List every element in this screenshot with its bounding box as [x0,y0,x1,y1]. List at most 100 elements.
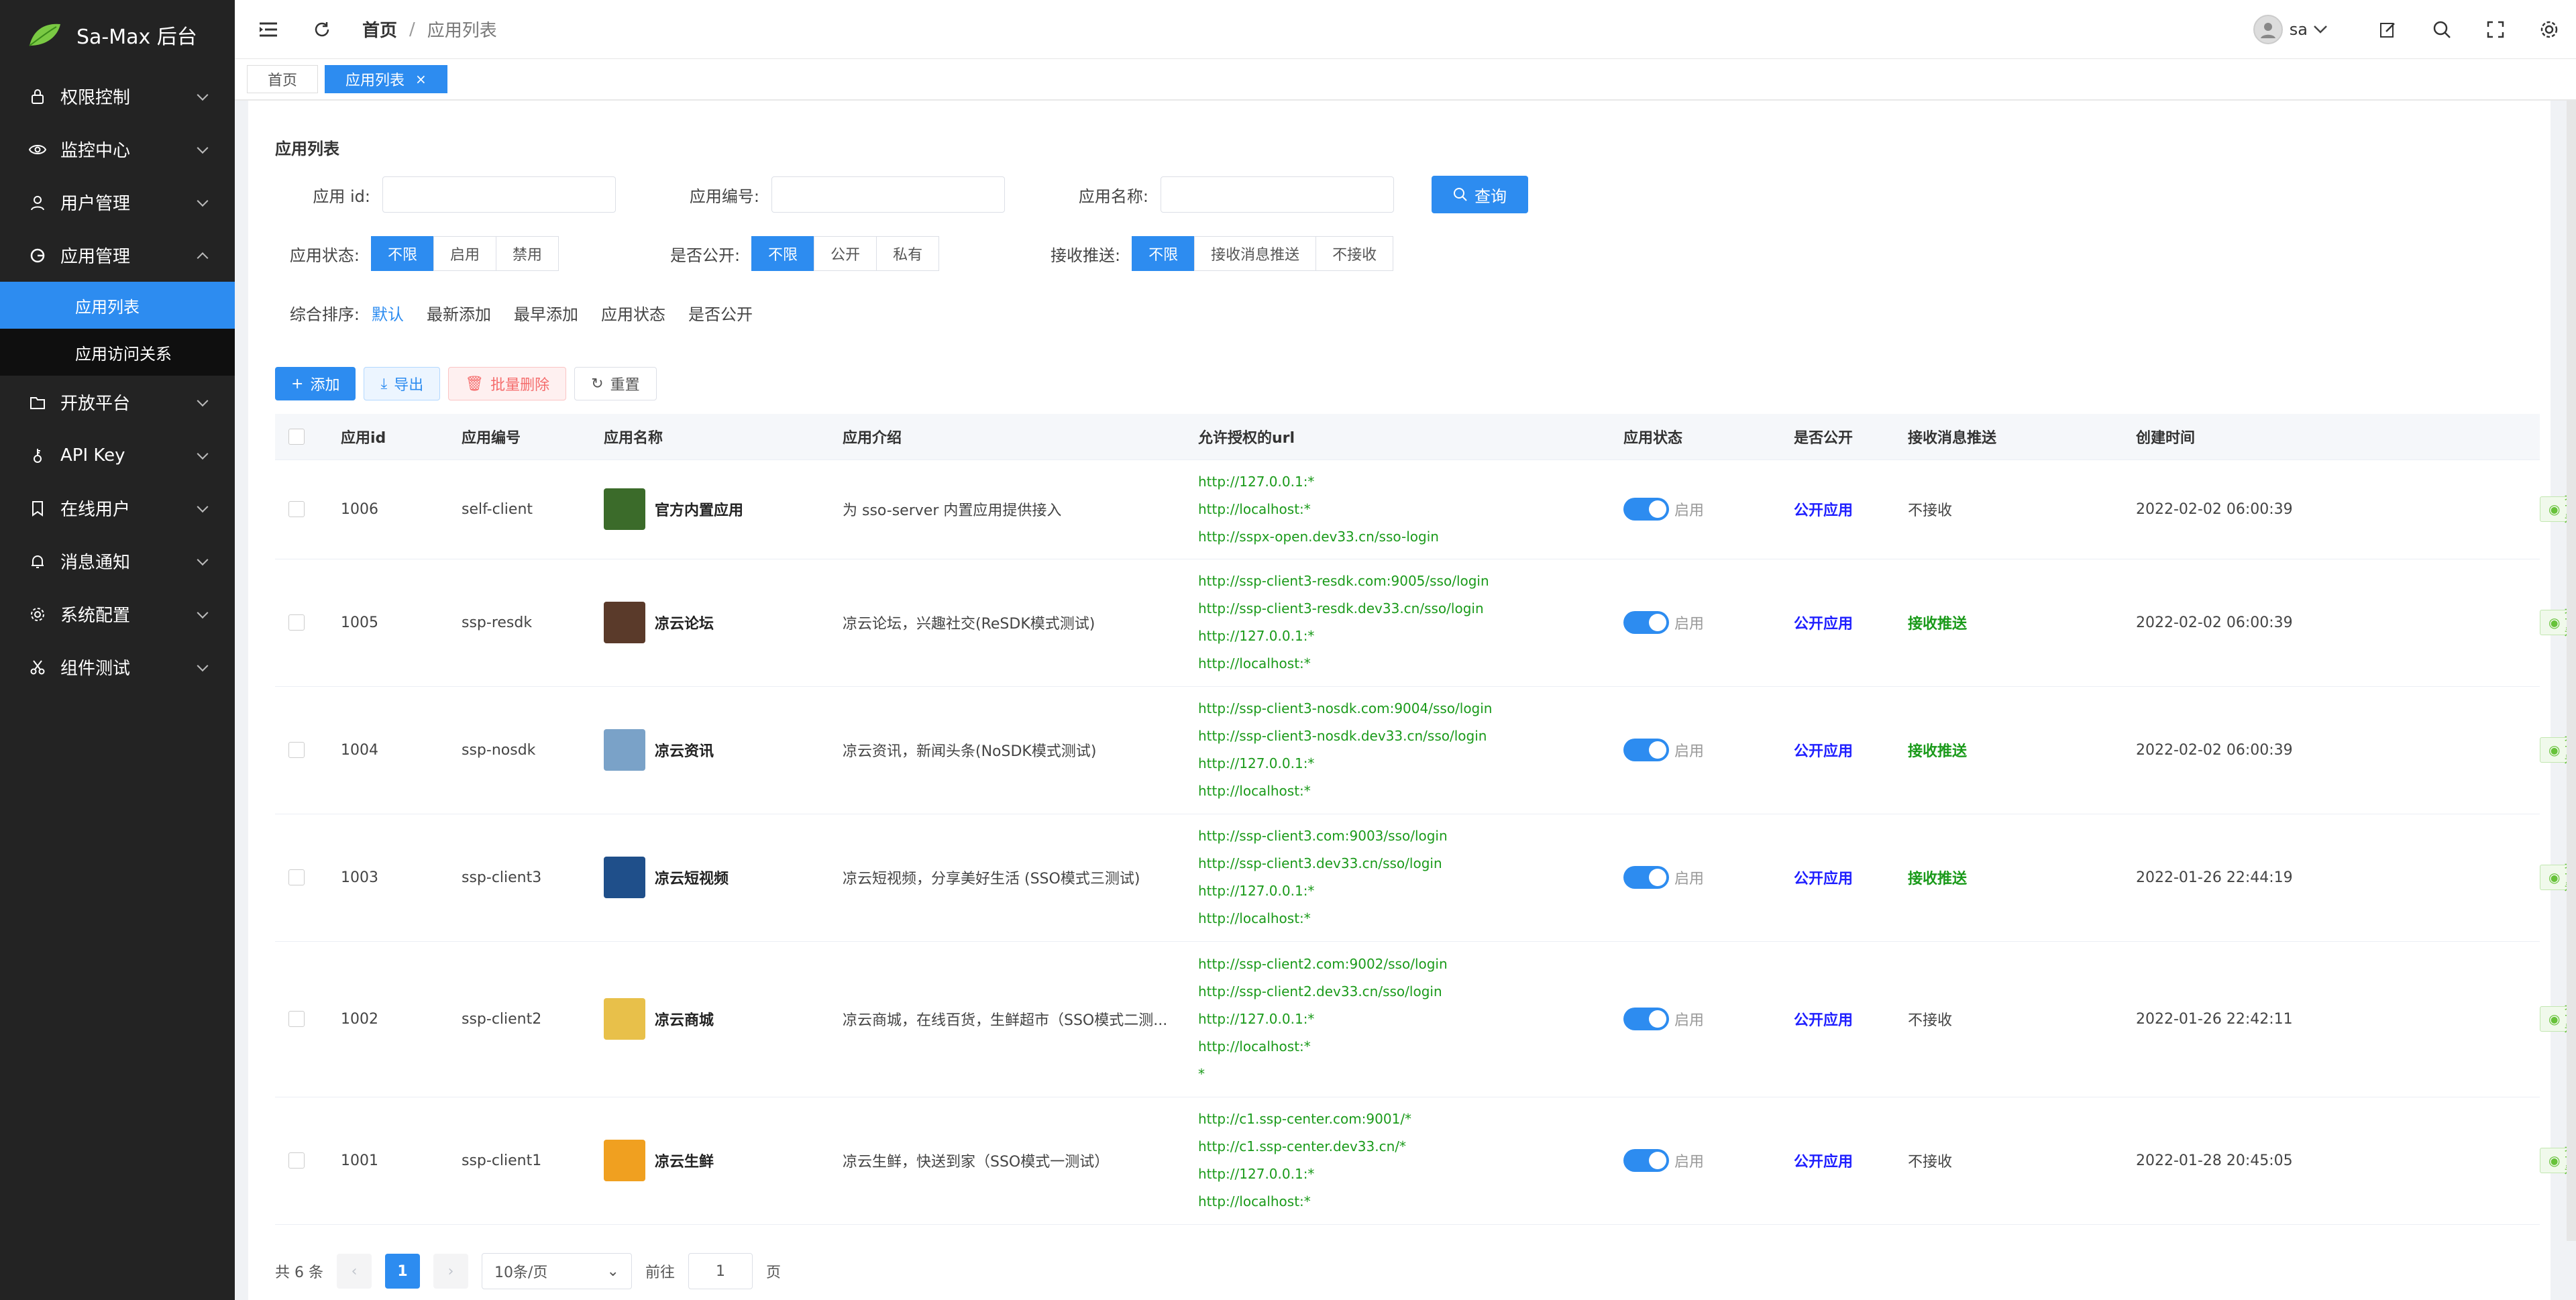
batch-delete-button[interactable]: 🗑 批量删除 [448,367,567,400]
status-option[interactable]: 启用 [433,236,497,271]
push-status: 接收推送 [1908,871,1968,887]
username[interactable]: sa [2290,20,2308,39]
column-header: 应用状态 [1623,414,1794,460]
app-name-cell: 凉云生鲜 [604,1097,843,1225]
column-header: 应用名称 [604,414,843,460]
table-body: 1006 self-client 官方内置应用 为 sso-server 内置应用提供… [275,459,2576,1225]
breadcrumb-separator: / [409,19,415,40]
page-number[interactable]: 1 [384,1254,420,1289]
add-button[interactable]: + 添加 [275,367,356,400]
sort-option[interactable]: 是否公开 [688,301,753,325]
public-cell: 公开应用 [1794,459,1908,559]
gear-icon[interactable] [2522,0,2576,59]
reset-button[interactable]: ↻ 重置 [574,367,657,400]
app-status-cell: 启用 [1623,559,1794,687]
sort-label: 综合排序: [289,305,360,324]
app-name-input[interactable] [1161,176,1394,213]
tab-label: 首页 [268,72,298,89]
status-toggle[interactable] [1623,1149,1669,1172]
sidebar-item[interactable]: 组件测试 [0,641,235,694]
row-checkbox[interactable] [288,614,305,631]
app-id-input[interactable] [382,176,616,213]
next-page-button[interactable]: › [433,1254,468,1289]
app-code-input[interactable] [771,176,1005,213]
push-cell: 接收推送 [1908,559,2136,687]
created-time-cell: 2022-02-02 06:00:39 [2136,559,2540,687]
sidebar-item[interactable]: 消息通知 [0,535,235,588]
app-code-cell: ssp-resdk [462,559,604,687]
sidebar-item[interactable]: API Key [0,429,235,482]
row-checkbox[interactable] [288,1011,305,1027]
breadcrumb-home[interactable]: 首页 [362,17,397,42]
eye-icon: ◉ [2548,742,2561,758]
sidebar-subitem[interactable]: 应用列表 [0,282,235,329]
public-segment: 不限 公开 私有 [751,236,940,271]
goto-page-input[interactable]: 1 [688,1253,753,1289]
sidebar-item[interactable]: 开放平台 [0,376,235,429]
column-header: 创建时间 [2136,414,2540,460]
status-toggle[interactable] [1623,611,1669,634]
allowed-url: http://127.0.0.1:* [1198,755,1315,771]
sidebar-item-label: 组件测试 [60,659,131,679]
sidebar-item[interactable]: 监控中心 [0,123,235,176]
allowed-urls-cell: http://ssp-client3-nosdk.com:9004/sso/lo… [1198,686,1623,814]
app-name-cell: 凉云论坛 [604,559,843,687]
search-icon[interactable] [2415,0,2469,59]
chevron-down-icon [197,89,209,101]
public-option[interactable]: 私有 [876,236,940,271]
row-checkbox[interactable] [288,742,305,758]
app-icon [28,246,47,265]
row-checkbox[interactable] [288,1152,305,1169]
row-checkbox[interactable] [288,501,305,517]
public-label: 是否公开: [669,246,741,265]
status-label: 启用 [1674,616,1705,633]
avatar[interactable] [2253,15,2283,44]
download-icon: ⤓ [380,375,388,392]
menu-toggle-icon[interactable] [255,16,282,43]
fullscreen-icon[interactable] [2469,0,2522,59]
close-icon[interactable]: × [415,71,427,87]
tab-home[interactable]: 首页 [247,65,319,93]
select-all-cell [275,414,341,460]
sidebar-item[interactable]: 在线用户 [0,482,235,535]
sort-option[interactable]: 最新添加 [427,301,491,325]
app-status-cell: 启用 [1623,459,1794,559]
push-option[interactable]: 不限 [1132,236,1195,271]
select-all-checkbox[interactable] [288,428,305,445]
status-toggle[interactable] [1623,1008,1669,1030]
row-checkbox[interactable] [288,869,305,885]
public-status: 公开应用 [1794,871,1854,887]
public-option[interactable]: 不限 [751,236,815,271]
refresh-icon[interactable] [309,16,335,43]
public-option[interactable]: 公开 [814,236,877,271]
allowed-url: http://localhost:* [1198,910,1311,926]
scrollbar[interactable] [2567,101,2576,1241]
edit-icon[interactable] [2361,0,2415,59]
page-size-select[interactable]: 10条/页 ⌄ [481,1253,632,1289]
push-option[interactable]: 不接收 [1316,236,1394,271]
query-button[interactable]: 查询 [1432,176,1528,213]
sidebar-item[interactable]: 系统配置 [0,588,235,641]
prev-page-button[interactable]: ‹ [336,1254,372,1289]
sidebar-item[interactable]: 应用管理 [0,229,235,282]
allowed-url: http://localhost:* [1198,655,1311,671]
allowed-url: http://c1.ssp-center.dev33.cn/* [1198,1138,1407,1154]
sidebar-subitem[interactable]: 应用访问关系 [0,329,235,376]
sidebar-item[interactable]: 权限控制 [0,70,235,123]
chevron-down-icon[interactable] [2313,25,2328,34]
status-option[interactable]: 禁用 [496,236,559,271]
sidebar-item-label: API Key [60,445,125,466]
sort-option[interactable]: 应用状态 [601,301,665,325]
sort-option[interactable]: 最早添加 [514,301,578,325]
export-button[interactable]: ⤓ 导出 [364,367,441,400]
status-toggle[interactable] [1623,498,1669,521]
status-toggle[interactable] [1623,866,1669,889]
status-toggle[interactable] [1623,739,1669,761]
sort-option[interactable]: 默认 [372,301,404,325]
search-icon [1454,188,1467,201]
tab-app-list[interactable]: 应用列表 × [325,65,447,93]
status-option[interactable]: 不限 [371,236,435,271]
sidebar-item[interactable]: 用户管理 [0,176,235,229]
export-button-label: 导出 [394,377,424,394]
push-option[interactable]: 接收消息推送 [1194,236,1317,271]
